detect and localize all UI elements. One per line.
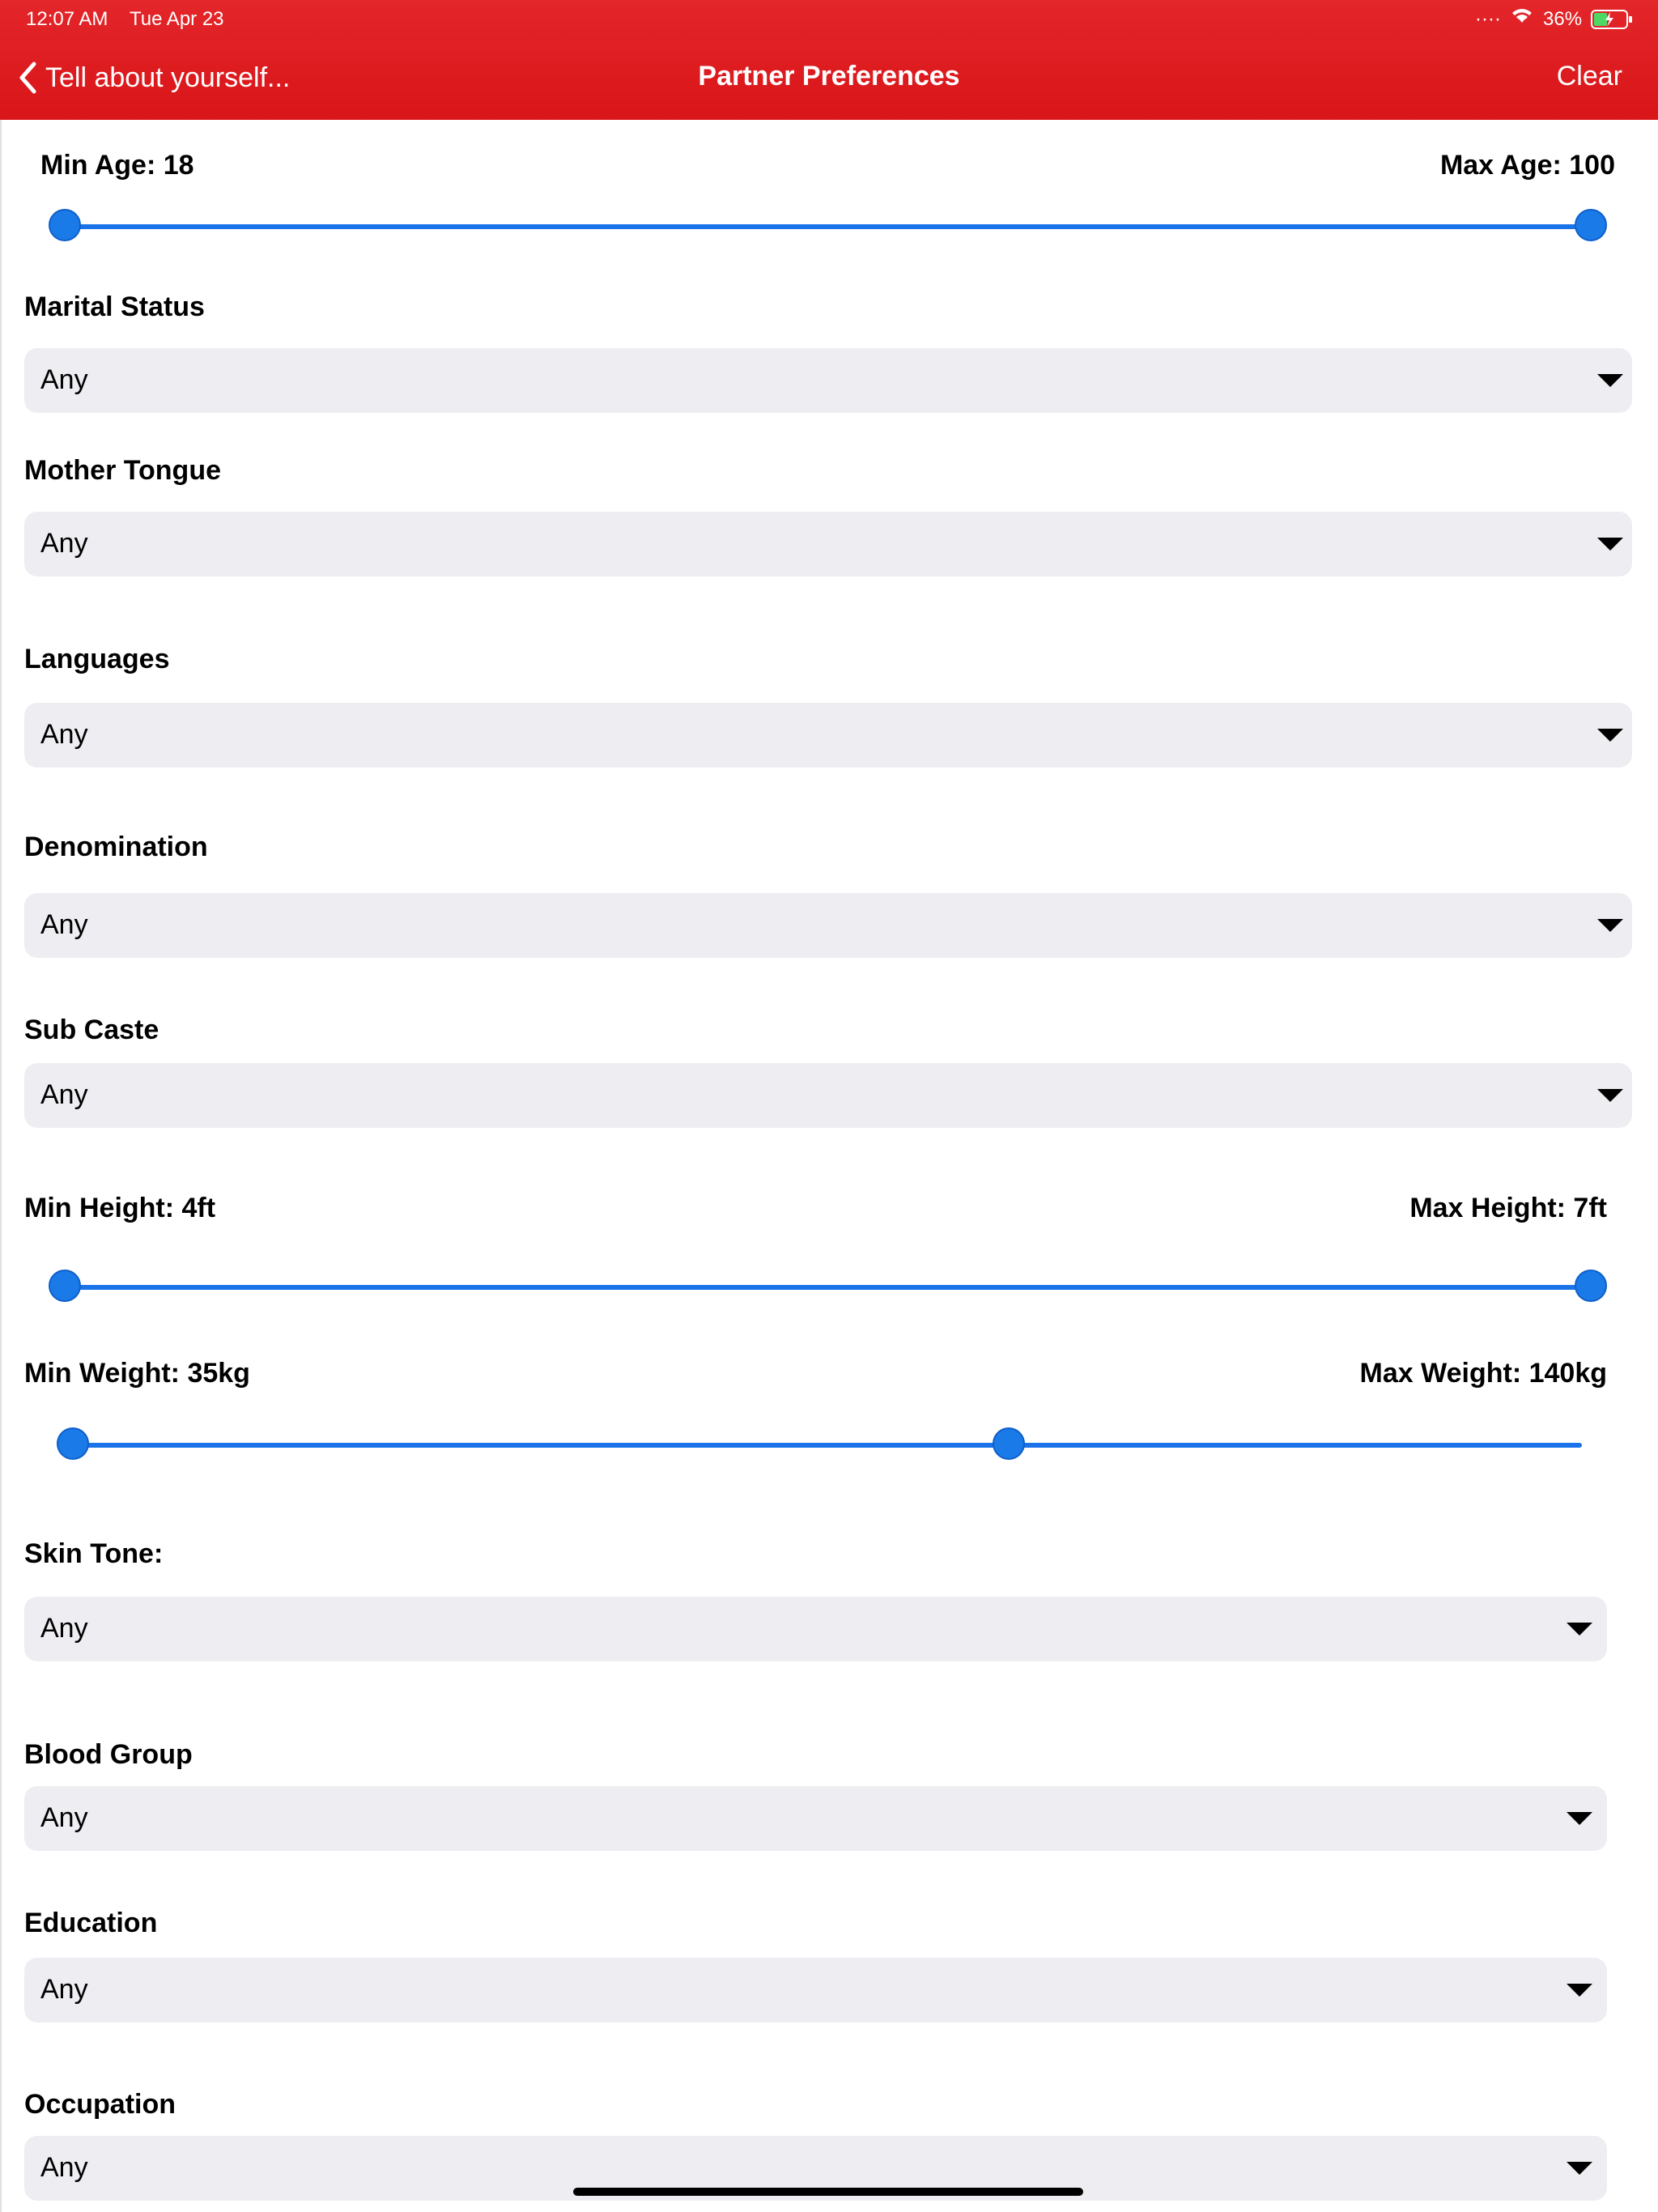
education-label: Education xyxy=(24,1908,158,1938)
dropdown-arrow-icon xyxy=(1567,1984,1592,1997)
marital-status-value: Any xyxy=(40,364,88,395)
dropdown-arrow-icon xyxy=(1597,919,1623,932)
dropdown-arrow-icon xyxy=(1567,1812,1592,1825)
clear-button[interactable]: Clear xyxy=(1557,61,1622,92)
weight-slider-track xyxy=(73,1443,1582,1448)
min-height-label: Min Height: 4ft xyxy=(24,1193,216,1223)
occupation-label: Occupation xyxy=(24,2089,176,2120)
dropdown-arrow-icon xyxy=(1567,2162,1592,2175)
mother-tongue-dropdown[interactable]: Any xyxy=(24,512,1632,576)
max-age-label: Max Age: 100 xyxy=(1439,150,1615,181)
marital-status-label: Marital Status xyxy=(24,291,205,322)
height-max-thumb[interactable] xyxy=(1575,1270,1607,1302)
dropdown-arrow-icon xyxy=(1597,1089,1623,1102)
min-weight-label: Min Weight: 35kg xyxy=(24,1358,250,1389)
dropdown-arrow-icon xyxy=(1567,1623,1592,1636)
wifi-icon xyxy=(1510,5,1534,32)
languages-value: Any xyxy=(40,719,88,750)
max-weight-label: Max Weight: 140kg xyxy=(1359,1358,1607,1389)
height-min-thumb[interactable] xyxy=(49,1270,81,1302)
signal-dots-icon: ···· xyxy=(1475,8,1501,30)
age-min-thumb[interactable] xyxy=(49,209,81,241)
languages-dropdown[interactable]: Any xyxy=(24,703,1632,768)
max-height-label: Max Height: 7ft xyxy=(1409,1193,1607,1223)
skin-tone-dropdown[interactable]: Any xyxy=(24,1597,1607,1661)
height-slider-track xyxy=(65,1285,1591,1290)
dropdown-arrow-icon xyxy=(1597,729,1623,742)
denomination-value: Any xyxy=(40,909,88,940)
navigation-bar: 12:07 AM Tue Apr 23 ···· 36% Tell about … xyxy=(0,0,1658,120)
sub-caste-label: Sub Caste xyxy=(24,1015,159,1045)
status-time: 12:07 AM xyxy=(26,8,108,30)
dropdown-arrow-icon xyxy=(1597,374,1623,387)
battery-charging-icon xyxy=(1591,10,1633,35)
blood-group-value: Any xyxy=(40,1802,88,1833)
weight-max-thumb[interactable] xyxy=(992,1427,1025,1460)
mother-tongue-value: Any xyxy=(40,528,88,559)
denomination-dropdown[interactable]: Any xyxy=(24,893,1632,958)
sub-caste-value: Any xyxy=(40,1079,88,1110)
blood-group-label: Blood Group xyxy=(24,1739,193,1770)
education-dropdown[interactable]: Any xyxy=(24,1958,1607,2023)
marital-status-dropdown[interactable]: Any xyxy=(24,348,1632,413)
languages-label: Languages xyxy=(24,644,170,674)
page-title: Partner Preferences xyxy=(698,61,960,91)
age-slider-track xyxy=(65,224,1591,229)
weight-min-thumb[interactable] xyxy=(57,1427,89,1460)
blood-group-dropdown[interactable]: Any xyxy=(24,1786,1607,1851)
home-indicator xyxy=(573,2188,1083,2196)
skin-tone-label: Skin Tone: xyxy=(24,1538,164,1569)
occupation-value: Any xyxy=(40,2152,88,2183)
denomination-label: Denomination xyxy=(24,832,208,862)
divider xyxy=(0,120,2,2212)
dropdown-arrow-icon xyxy=(1597,538,1623,551)
age-max-thumb[interactable] xyxy=(1575,209,1607,241)
sub-caste-dropdown[interactable]: Any xyxy=(24,1063,1632,1128)
battery-percent: 36% xyxy=(1543,8,1583,30)
status-date: Tue Apr 23 xyxy=(130,8,224,30)
skin-tone-value: Any xyxy=(40,1613,88,1644)
min-age-label: Min Age: 18 xyxy=(40,150,194,181)
education-value: Any xyxy=(40,1974,88,2005)
mother-tongue-label: Mother Tongue xyxy=(24,455,221,486)
